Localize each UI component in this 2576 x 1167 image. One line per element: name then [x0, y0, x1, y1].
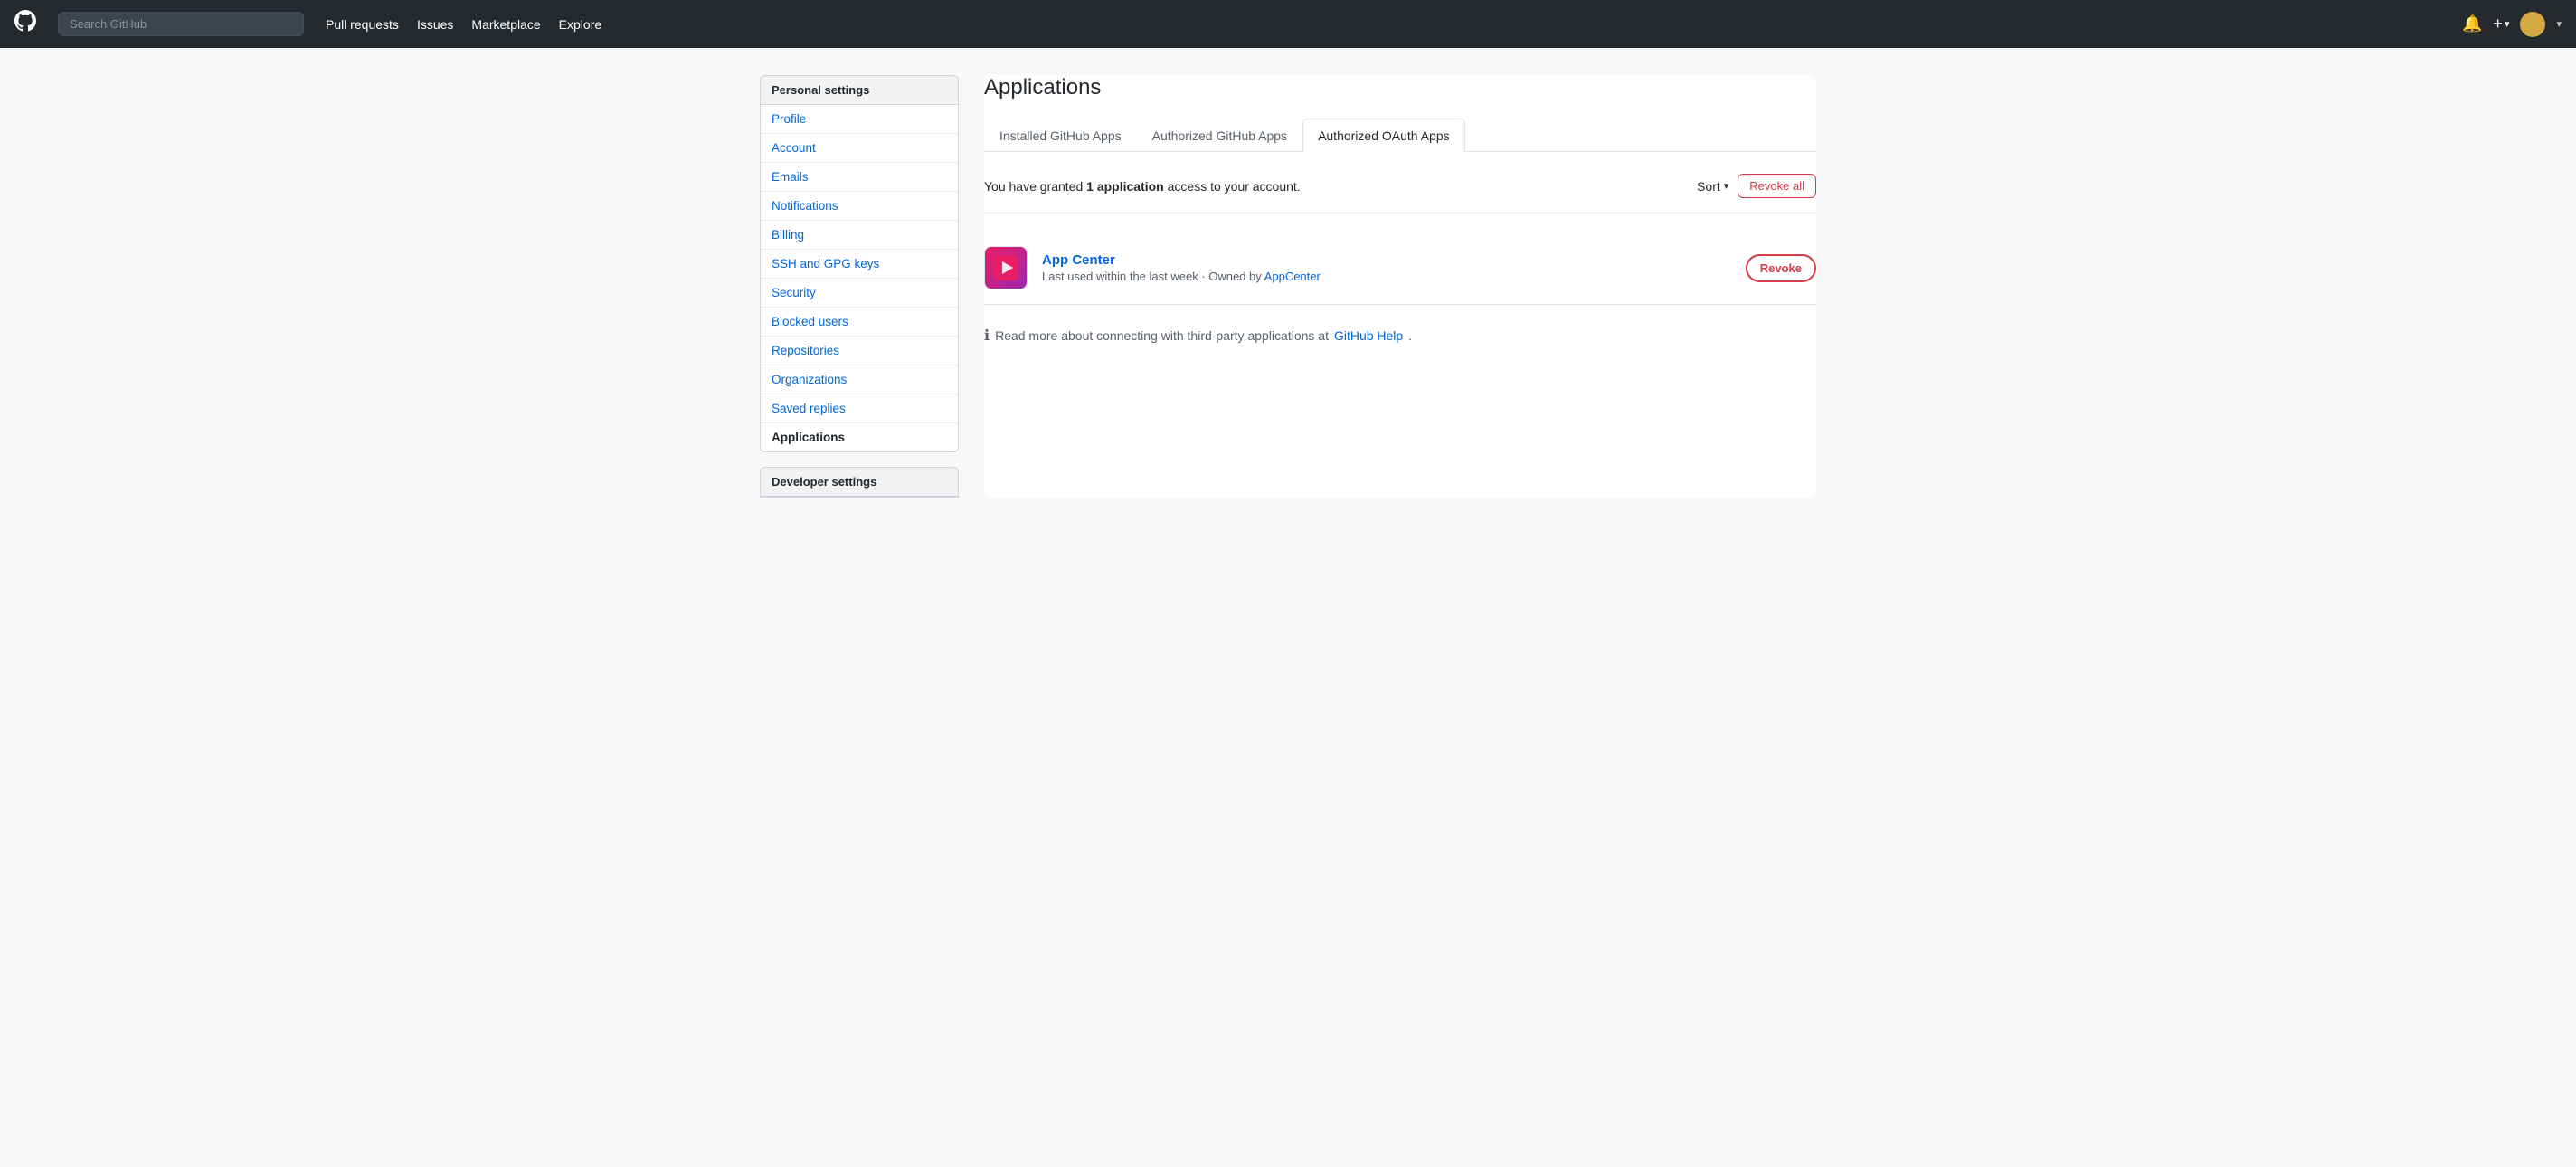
revoke-all-button[interactable]: Revoke all [1738, 174, 1816, 198]
access-text-prefix: You have granted [984, 179, 1086, 194]
nav-issues[interactable]: Issues [417, 17, 453, 32]
page-title: Applications [984, 75, 1816, 100]
revoke-button[interactable]: Revoke [1746, 254, 1816, 282]
navbar: Pull requests Issues Marketplace Explore… [0, 0, 2576, 48]
app-icon [984, 246, 1028, 289]
navbar-right: 🔔 + ▾ [2462, 12, 2562, 37]
access-description: You have granted 1 application access to… [984, 179, 1301, 194]
github-help-link[interactable]: GitHub Help [1334, 328, 1403, 343]
sidebar-developer-settings-title: Developer settings [760, 467, 959, 497]
notifications-bell-icon[interactable]: 🔔 [2462, 14, 2482, 33]
nav-pull-requests[interactable]: Pull requests [326, 17, 399, 32]
access-row: You have granted 1 application access to… [984, 174, 1816, 213]
sidebar-item-applications[interactable]: Applications [761, 423, 958, 451]
sidebar: Personal settings Profile Account Emails… [760, 75, 959, 498]
app-owner-link[interactable]: AppCenter [1264, 270, 1321, 283]
tab-authorized-github-apps[interactable]: Authorized GitHub Apps [1137, 119, 1302, 152]
app-card: App Center Last used within the last wee… [984, 232, 1816, 305]
access-count: 1 [1086, 179, 1094, 194]
new-item-button[interactable]: + [2493, 14, 2509, 33]
tab-authorized-oauth-apps[interactable]: Authorized OAuth Apps [1302, 119, 1465, 152]
sidebar-item-organizations[interactable]: Organizations [761, 365, 958, 394]
search-input[interactable] [58, 12, 304, 36]
avatar-dropdown-icon[interactable]: ▾ [2556, 18, 2562, 30]
tabs: Installed GitHub Apps Authorized GitHub … [984, 119, 1816, 152]
footer-text-suffix: . [1408, 328, 1412, 343]
footer-note: ℹ Read more about connecting with third-… [984, 327, 1816, 345]
footer-text-prefix: Read more about connecting with third-pa… [995, 328, 1329, 343]
sidebar-dev-nav [760, 497, 959, 498]
sidebar-item-ssh-gpg[interactable]: SSH and GPG keys [761, 250, 958, 279]
sidebar-nav: Profile Account Emails Notifications Bil… [760, 105, 959, 452]
sidebar-item-security[interactable]: Security [761, 279, 958, 308]
access-actions: Sort Revoke all [1697, 174, 1816, 198]
user-avatar[interactable] [2520, 12, 2545, 37]
app-card-left: App Center Last used within the last wee… [984, 246, 1321, 289]
sort-button[interactable]: Sort [1697, 179, 1728, 194]
navbar-links: Pull requests Issues Marketplace Explore [326, 17, 601, 32]
main-content: Applications Installed GitHub Apps Autho… [984, 75, 1816, 498]
app-info: App Center Last used within the last wee… [1042, 252, 1321, 283]
nav-marketplace[interactable]: Marketplace [471, 17, 540, 32]
sidebar-item-profile[interactable]: Profile [761, 105, 958, 134]
app-meta: Last used within the last week · Owned b… [1042, 270, 1321, 283]
sidebar-item-emails[interactable]: Emails [761, 163, 958, 192]
sidebar-item-notifications[interactable]: Notifications [761, 192, 958, 221]
nav-explore[interactable]: Explore [559, 17, 601, 32]
access-text-suffix: access to your account. [1164, 179, 1301, 194]
github-logo-icon[interactable] [14, 10, 36, 38]
info-icon: ℹ [984, 327, 990, 345]
app-meta-prefix: Last used within the last week · Owned b… [1042, 270, 1264, 283]
access-unit: application [1097, 179, 1164, 194]
sidebar-item-saved-replies[interactable]: Saved replies [761, 394, 958, 423]
sidebar-item-billing[interactable]: Billing [761, 221, 958, 250]
page-layout: Personal settings Profile Account Emails… [745, 75, 1831, 498]
sidebar-item-repositories[interactable]: Repositories [761, 337, 958, 365]
sidebar-item-blocked-users[interactable]: Blocked users [761, 308, 958, 337]
sidebar-item-account[interactable]: Account [761, 134, 958, 163]
app-name[interactable]: App Center [1042, 252, 1115, 268]
tab-installed-github-apps[interactable]: Installed GitHub Apps [984, 119, 1137, 152]
sidebar-personal-settings-title: Personal settings [760, 75, 959, 105]
